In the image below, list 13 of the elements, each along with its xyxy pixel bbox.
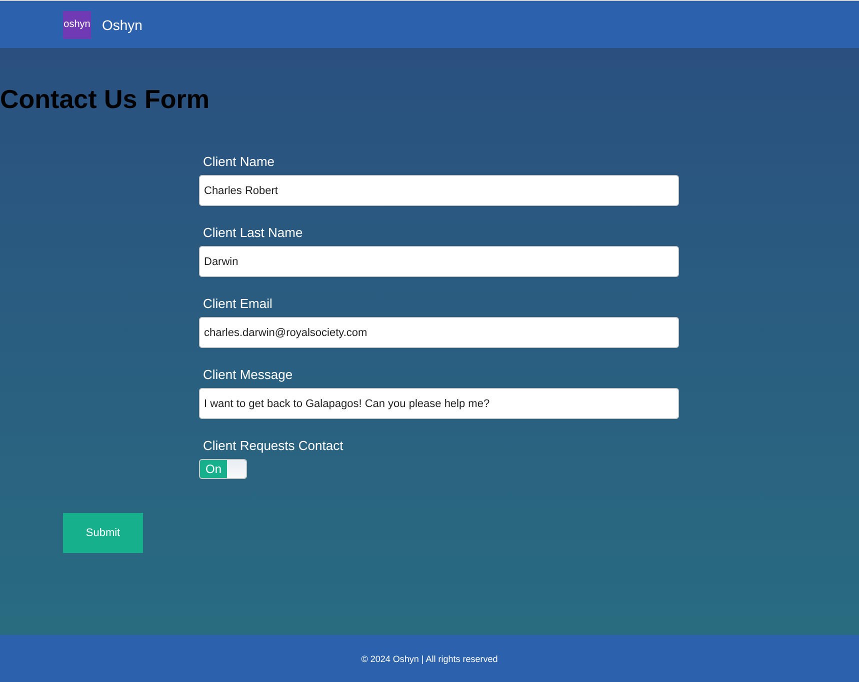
field-label: Client Last Name (202, 225, 303, 240)
field-label: Client Email (202, 296, 272, 311)
field-label: Client Name (202, 154, 275, 169)
page-title: Contact Us Form (0, 84, 210, 114)
input-field[interactable]: I want to get back to Galapagos! Can you please help me? (199, 388, 679, 419)
input-field[interactable]: Darwin (199, 246, 679, 277)
brand-name[interactable]: Oshyn (102, 16, 142, 32)
copyright-text: © 2024 Oshyn | All rights reserved (361, 654, 498, 664)
logo[interactable]: oshyn (63, 10, 91, 38)
input-field[interactable]: charles.darwin@royalsociety.com (199, 317, 679, 348)
field-label: Client Message (202, 367, 293, 382)
input-field[interactable]: Charles Robert (199, 175, 679, 206)
field-label: Client Requests Contact (202, 438, 344, 453)
